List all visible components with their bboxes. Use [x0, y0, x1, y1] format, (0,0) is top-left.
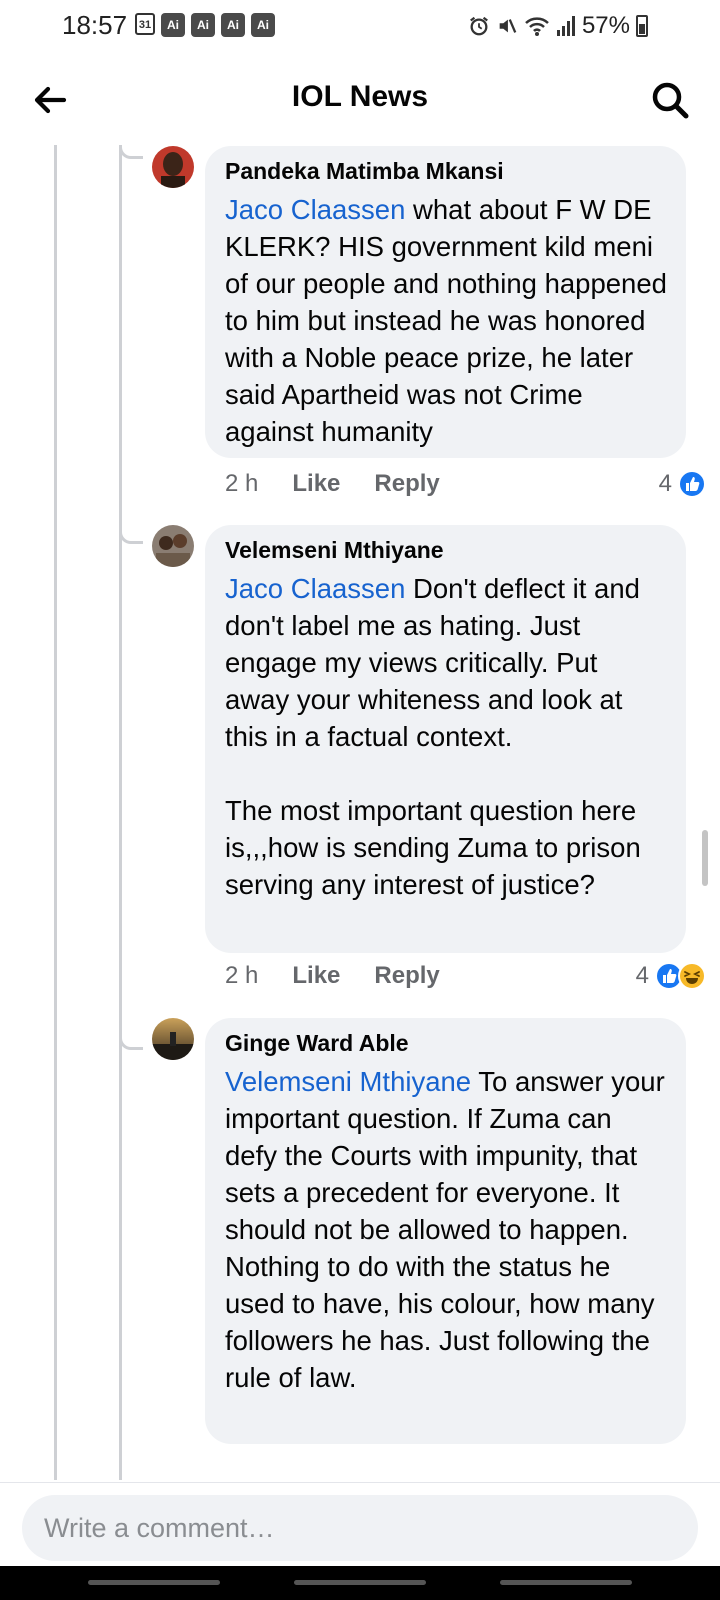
like-button[interactable]: Like [292, 470, 340, 498]
reaction-count: 4 [635, 962, 649, 989]
app-header: IOL News [0, 60, 720, 140]
signal-icon [556, 16, 575, 36]
scrollbar-thumb[interactable] [702, 830, 708, 886]
page-title: IOL News [291, 80, 429, 113]
ai-badge-icon: Ai [251, 13, 275, 37]
comment-time[interactable]: 2 h [225, 962, 258, 990]
reply-button[interactable]: Reply [374, 470, 439, 498]
like-reaction-icon [678, 470, 706, 498]
system-icons: 57% [468, 12, 648, 40]
ai-badge-icon: Ai [221, 13, 245, 37]
thread-line [119, 145, 122, 1480]
status-time: 18:57 [62, 10, 128, 40]
comment-actions: 2 h Like Reply 4 [225, 962, 706, 990]
ai-badge-icon: Ai [161, 13, 185, 37]
comment-text: Jaco Claassen what about F W DE KLERK? H… [225, 191, 668, 450]
notification-icons: 31 Ai Ai Ai Ai [135, 13, 275, 37]
calendar-icon: 31 [135, 13, 155, 35]
comment-text: Velemseni Mthiyane To answer your import… [225, 1063, 668, 1396]
alarm-icon [470, 16, 488, 36]
reaction-summary[interactable]: 4 [636, 962, 706, 990]
reaction-summary[interactable]: 4 [659, 470, 706, 498]
system-nav-bar [0, 1566, 720, 1600]
comment-body: what about F W DE KLERK? HIS government … [225, 194, 667, 447]
battery-percent: 57% [581, 12, 630, 39]
nav-recents-button[interactable] [88, 1580, 220, 1585]
avatar[interactable] [152, 525, 194, 567]
like-button[interactable]: Like [292, 962, 340, 990]
comment-author[interactable]: Pandeka Matimba Mkansi [225, 158, 668, 185]
comment-body: To answer your important question. If Zu… [225, 1066, 665, 1393]
comment-composer [0, 1482, 720, 1567]
comment-author[interactable]: Velemseni Mthiyane [225, 537, 668, 564]
comment-time[interactable]: 2 h [225, 470, 258, 498]
comment-body: Don't deflect it and don't label me as h… [225, 573, 641, 900]
thread-connector [119, 145, 143, 159]
search-icon[interactable] [648, 78, 692, 122]
comment-actions: 2 h Like Reply 4 [225, 470, 706, 498]
comment-bubble[interactable]: Velemseni Mthiyane Jaco Claassen Don't d… [205, 525, 686, 953]
comment-input[interactable] [22, 1495, 698, 1561]
avatar[interactable] [152, 146, 194, 188]
ai-badge-icon: Ai [191, 13, 215, 37]
mute-icon [499, 19, 517, 33]
comment-bubble[interactable]: Ginge Ward Able Velemseni Mthiyane To an… [205, 1018, 686, 1444]
nav-back-button[interactable] [500, 1580, 632, 1585]
haha-reaction-icon [678, 962, 706, 990]
mention-link[interactable]: Velemseni Mthiyane [225, 1066, 471, 1097]
battery-icon [636, 15, 648, 37]
reply-button[interactable]: Reply [374, 962, 439, 990]
wifi-icon [525, 17, 549, 36]
reaction-count: 4 [658, 470, 672, 497]
comment-bubble[interactable]: Pandeka Matimba Mkansi Jaco Claassen wha… [205, 146, 686, 458]
status-bar: 18:57 31 Ai Ai Ai Ai 57% [0, 0, 720, 54]
mention-link[interactable]: Jaco Claassen [225, 573, 405, 604]
avatar[interactable] [152, 1018, 194, 1060]
thread-connector [119, 1036, 143, 1050]
comment-author[interactable]: Ginge Ward Able [225, 1030, 668, 1057]
mention-link[interactable]: Jaco Claassen [225, 194, 405, 225]
thread-line [54, 145, 57, 1480]
nav-home-button[interactable] [294, 1580, 426, 1585]
comment-text: Jaco Claassen Don't deflect it and don't… [225, 570, 668, 903]
thread-connector [119, 530, 143, 544]
